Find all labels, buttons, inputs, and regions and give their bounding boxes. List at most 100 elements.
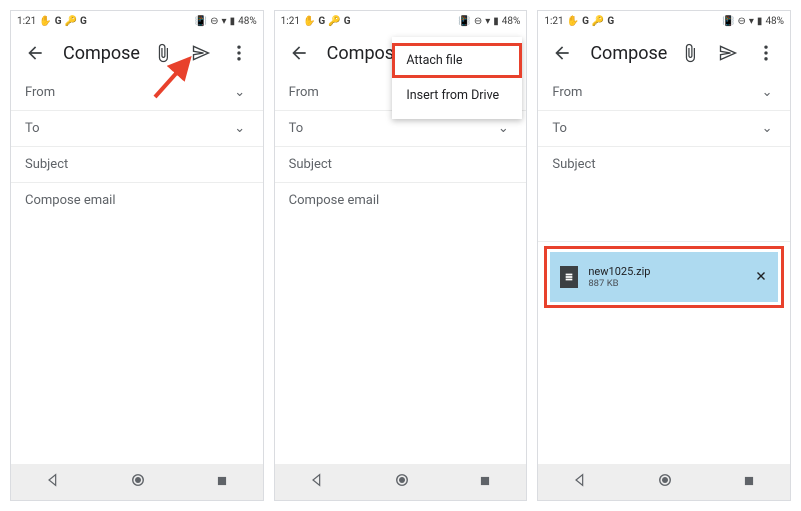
compose-body[interactable]: new1025.zip 887 KB [538, 182, 790, 464]
subject-field[interactable]: Subject [275, 147, 527, 183]
paperclip-icon [153, 43, 173, 63]
back-button[interactable] [17, 35, 53, 71]
to-label: To [289, 121, 304, 136]
vibrate-icon: 📳 [195, 16, 207, 27]
wifi-icon: ▾ [485, 16, 490, 27]
from-field[interactable]: From ⌄ [11, 75, 263, 111]
wifi-icon: ▾ [222, 16, 227, 27]
close-icon [754, 269, 768, 283]
circle-home-icon [656, 471, 674, 489]
subject-label: Subject [289, 157, 332, 172]
send-button[interactable] [710, 35, 746, 71]
chevron-down-icon: ⌄ [494, 121, 512, 136]
nav-back-button[interactable] [309, 472, 325, 492]
attach-menu: Attach file Insert from Drive [392, 37, 522, 119]
attach-button[interactable] [672, 35, 708, 71]
chevron-down-icon: ⌄ [758, 121, 776, 136]
paperclip-icon [680, 43, 700, 63]
square-recents-icon [742, 474, 756, 488]
circle-home-icon [393, 471, 411, 489]
attachment-name: new1025.zip [588, 265, 744, 278]
compose-body[interactable]: Compose email [11, 183, 263, 464]
g-icon: G [607, 16, 614, 27]
subject-label: Subject [25, 157, 68, 172]
circle-home-icon [129, 471, 147, 489]
attachment-meta: new1025.zip 887 KB [588, 265, 744, 290]
nav-recents-button[interactable] [478, 473, 492, 492]
battery-icon: ▮ [493, 16, 499, 27]
status-bar: 1:21 ✋ G 🔑 G 📳 ⊖ ▾ ▮ 48% [11, 11, 263, 31]
body-placeholder: Compose email [289, 193, 380, 208]
back-button[interactable] [281, 35, 317, 71]
triangle-back-icon [309, 472, 325, 488]
screenshot-1: 1:21 ✋ G 🔑 G 📳 ⊖ ▾ ▮ 48% Compose [10, 10, 264, 501]
vibrate-icon: 📳 [722, 16, 734, 27]
arrow-left-icon [289, 43, 309, 63]
g-icon: G [80, 16, 87, 27]
hand-icon: ✋ [567, 16, 579, 27]
more-vert-icon [756, 43, 776, 63]
subject-field[interactable]: Subject [11, 147, 263, 183]
back-button[interactable] [544, 35, 580, 71]
from-label: From [552, 85, 582, 100]
status-time: 1:21 [17, 16, 36, 27]
menu-insert-drive[interactable]: Insert from Drive [392, 78, 522, 113]
zip-file-icon [560, 266, 578, 288]
nav-home-button[interactable] [393, 471, 411, 493]
dnd-icon: ⊖ [738, 16, 746, 27]
dnd-icon: ⊖ [210, 16, 218, 27]
nav-home-button[interactable] [129, 471, 147, 493]
status-bar: 1:21 ✋ G 🔑 G 📳 ⊖ ▾ ▮ 48% [538, 11, 790, 31]
key-icon: 🔑 [328, 16, 340, 27]
nav-home-button[interactable] [656, 471, 674, 493]
g-icon: G [344, 16, 351, 27]
page-title: Compose [590, 43, 670, 64]
menu-attach-file[interactable]: Attach file [392, 43, 522, 78]
android-nav-bar [275, 464, 527, 500]
more-vert-icon [229, 43, 249, 63]
battery-pct: 48% [238, 16, 257, 27]
triangle-back-icon [572, 472, 588, 488]
app-bar: Compose [11, 31, 263, 75]
app-bar: Compose [538, 31, 790, 75]
to-label: To [552, 121, 567, 136]
body-placeholder: Compose email [25, 193, 116, 208]
remove-attachment-button[interactable] [754, 268, 768, 287]
screenshot-2: 1:21 ✋ G 🔑 G 📳 ⊖ ▾ ▮ 48% Compose Attach … [274, 10, 528, 501]
status-time: 1:21 [544, 16, 563, 27]
arrow-left-icon [552, 43, 572, 63]
nav-back-button[interactable] [45, 472, 61, 492]
g-icon: G [582, 16, 589, 27]
square-recents-icon [215, 474, 229, 488]
from-label: From [25, 85, 55, 100]
send-icon [718, 43, 738, 63]
battery-icon: ▮ [757, 16, 763, 27]
subject-field[interactable]: Subject [538, 147, 790, 182]
nav-recents-button[interactable] [215, 473, 229, 492]
screenshot-3: 1:21 ✋ G 🔑 G 📳 ⊖ ▾ ▮ 48% Compose [537, 10, 791, 501]
attachment-chip[interactable]: new1025.zip 887 KB [550, 252, 778, 302]
status-time: 1:21 [281, 16, 300, 27]
attach-button[interactable] [145, 35, 181, 71]
vibrate-icon: 📳 [458, 16, 470, 27]
g-icon: G [55, 16, 62, 27]
wifi-icon: ▾ [749, 16, 754, 27]
send-button[interactable] [183, 35, 219, 71]
to-field[interactable]: To ⌄ [11, 111, 263, 147]
battery-pct: 48% [502, 16, 521, 27]
page-title: Compose [63, 43, 143, 64]
hand-icon: ✋ [303, 16, 315, 27]
from-field[interactable]: From ⌄ [538, 75, 790, 111]
nav-recents-button[interactable] [742, 473, 756, 492]
android-nav-bar [11, 464, 263, 500]
to-field[interactable]: To ⌄ [538, 111, 790, 147]
android-nav-bar [538, 464, 790, 500]
chevron-down-icon: ⌄ [231, 121, 249, 136]
nav-back-button[interactable] [572, 472, 588, 492]
overflow-button[interactable] [221, 35, 257, 71]
to-label: To [25, 121, 40, 136]
send-icon [191, 43, 211, 63]
subject-label: Subject [552, 157, 595, 172]
compose-body[interactable]: Compose email [275, 183, 527, 464]
overflow-button[interactable] [748, 35, 784, 71]
